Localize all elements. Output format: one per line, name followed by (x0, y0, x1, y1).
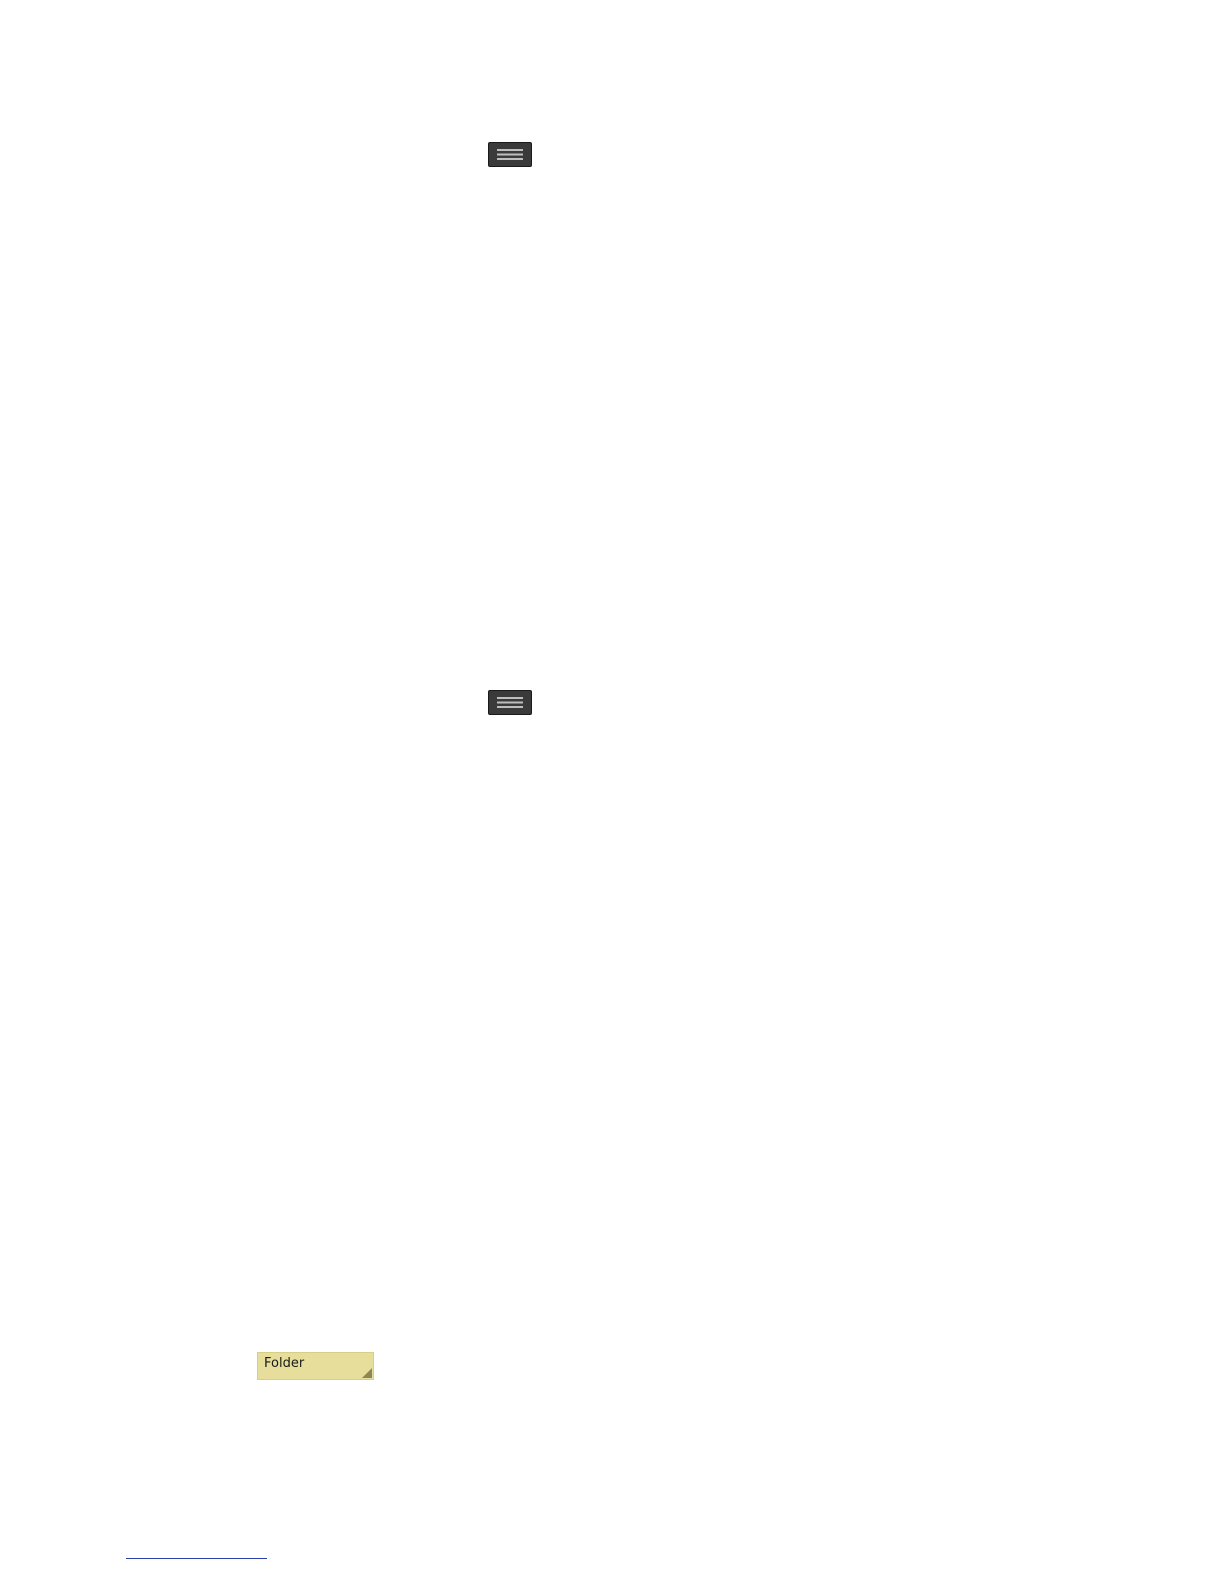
folder-corner-icon (362, 1368, 372, 1378)
footnote-rule (126, 1558, 267, 1559)
menu-key-icon (488, 142, 532, 167)
hamburger-icon (497, 697, 523, 708)
folder-tab: Folder (257, 1352, 374, 1380)
hamburger-icon (497, 149, 523, 160)
menu-key-icon (488, 690, 532, 715)
folder-tab-label: Folder (264, 1356, 305, 1371)
